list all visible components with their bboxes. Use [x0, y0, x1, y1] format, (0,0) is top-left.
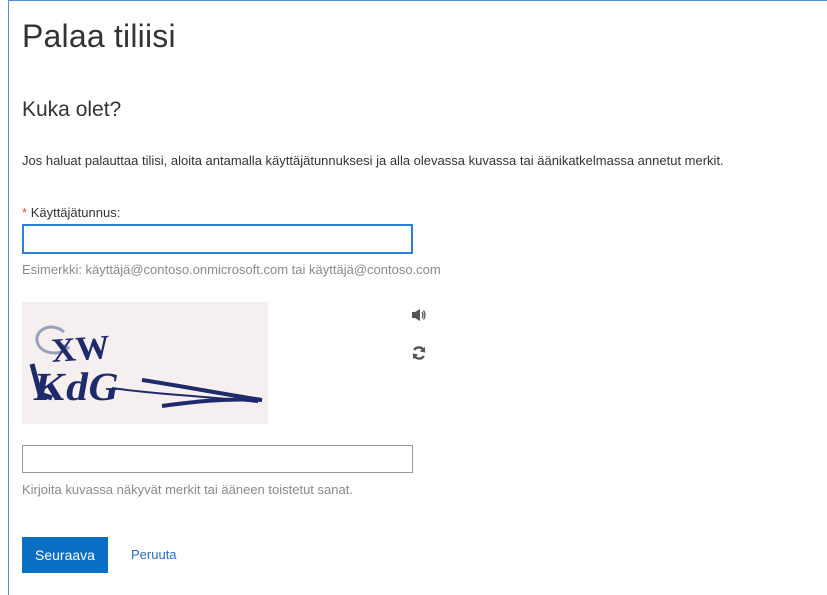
svg-text:KdG: KdG [31, 364, 123, 409]
cancel-link[interactable]: Peruuta [131, 547, 177, 562]
username-hint: Esimerkki: käyttäjä@contoso.onmicrosoft.… [22, 262, 441, 277]
required-marker: * [22, 205, 28, 220]
captcha-hint: Kirjoita kuvassa näkyvät merkit tai ääne… [22, 482, 353, 497]
username-input[interactable] [22, 224, 413, 254]
page-title: Palaa tiliisi [22, 18, 176, 54]
username-label-text: Käyttäjätunnus: [30, 205, 121, 220]
next-button[interactable]: Seuraava [22, 537, 108, 573]
captcha-answer-input[interactable] [22, 445, 413, 473]
page-frame [8, 0, 827, 595]
intro-text: Jos haluat palauttaa tilisi, aloita anta… [22, 153, 724, 168]
captcha-image: XW KdG [22, 302, 268, 424]
username-label: * Käyttäjätunnus: [22, 205, 120, 220]
speaker-icon[interactable] [408, 304, 430, 326]
page-subtitle: Kuka olet? [22, 98, 122, 121]
captcha-graphic: XW KdG [29, 325, 263, 409]
refresh-icon[interactable] [408, 342, 430, 364]
